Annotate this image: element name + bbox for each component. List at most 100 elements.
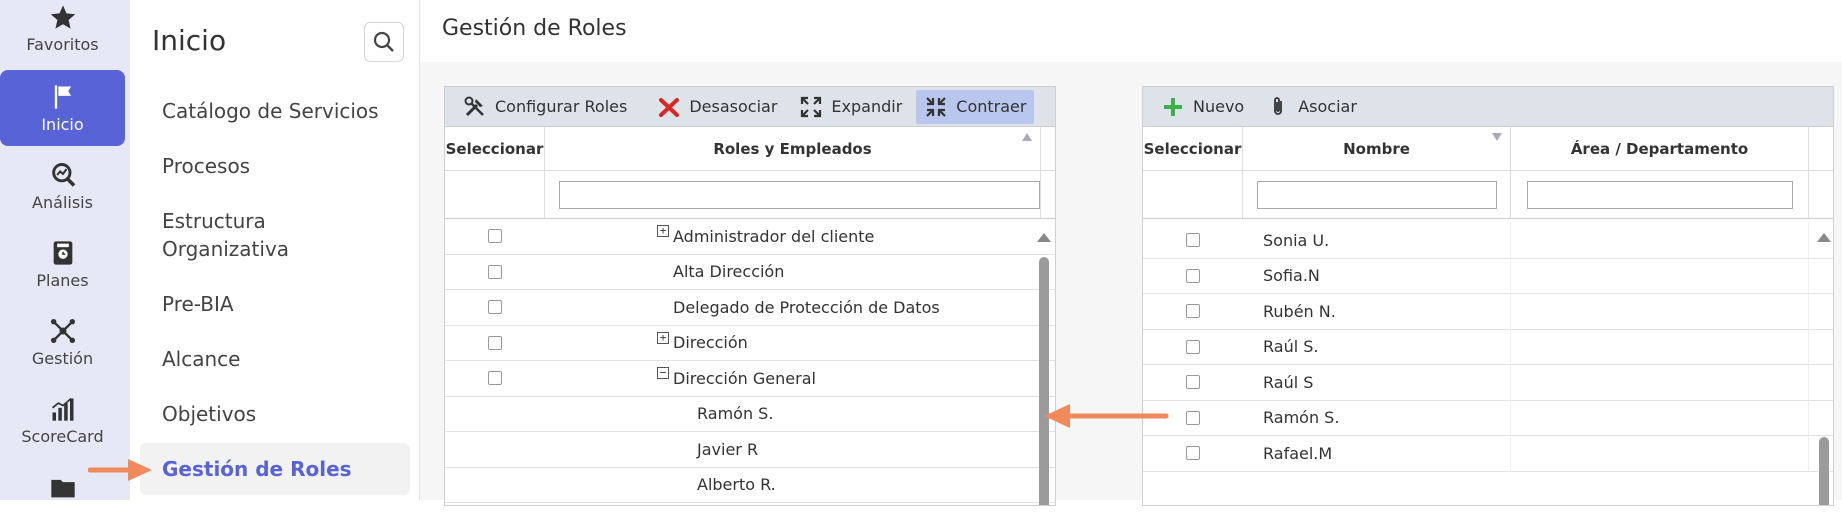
col-header-select[interactable]: Seleccionar (445, 127, 545, 170)
configure-roles-label: Configurar Roles (495, 97, 628, 116)
plans-icon (53, 240, 72, 265)
row-checkbox[interactable] (1186, 233, 1200, 248)
nav-item-gestion-roles[interactable]: Gestión de Roles (140, 443, 410, 495)
annotation-arrow-employee (1044, 404, 1169, 428)
employee-name: Raúl S. (1243, 329, 1511, 364)
employees-filter-row (1143, 171, 1833, 219)
expand-node-icon[interactable]: + (657, 225, 669, 238)
employee-label: Javier R (697, 439, 759, 459)
table-row[interactable]: Sofia.N (1143, 258, 1833, 294)
employee-area (1511, 400, 1809, 435)
page-title: Gestión de Roles (442, 16, 627, 41)
expand-button[interactable]: Expandir (791, 90, 910, 124)
collapse-node-icon[interactable]: − (657, 367, 669, 380)
nav-item-estructura[interactable]: Estructura Organizativa (140, 195, 310, 275)
collapse-button[interactable]: Contraer (916, 89, 1035, 124)
col-header-area[interactable]: Área / Departamento (1511, 127, 1809, 170)
name-filter-input[interactable] (1256, 180, 1497, 209)
roles-toolbar: Configurar Roles Desasociar Expandir Con… (445, 87, 1055, 127)
nav-item-alcance[interactable]: Alcance (140, 333, 410, 385)
row-checkbox[interactable] (488, 264, 502, 279)
roles-filter-cell (545, 171, 1041, 218)
area-filter-input[interactable] (1526, 180, 1793, 209)
table-row[interactable]: Delegado de Protección de Datos (445, 290, 1055, 326)
roles-filter-input[interactable] (559, 180, 1040, 209)
row-checkbox[interactable] (488, 371, 502, 386)
rail-item-gestion[interactable]: Gestión (0, 304, 125, 380)
new-button[interactable]: Nuevo (1153, 90, 1252, 124)
table-row[interactable]: Sonia U. (1143, 223, 1833, 259)
col-header-roles[interactable]: Roles y Empleados (545, 127, 1041, 170)
employee-area (1511, 365, 1809, 400)
row-checkbox[interactable] (1186, 446, 1200, 461)
network-icon (50, 318, 75, 343)
employee-name: Sonia U. (1243, 223, 1511, 258)
table-row[interactable]: − Dirección General (445, 361, 1055, 397)
annotation-arrow-nav (88, 459, 152, 481)
collapse-label: Contraer (956, 97, 1027, 116)
associate-button[interactable]: Asociar (1258, 90, 1365, 124)
col-header-select[interactable]: Seleccionar (1143, 127, 1243, 170)
expand-icon (801, 96, 822, 117)
role-label: Delegado de Protección de Datos (673, 297, 940, 317)
table-row[interactable]: Alberto R. (445, 468, 1055, 503)
row-checkbox[interactable] (488, 335, 502, 350)
roles-scrollbar[interactable] (1039, 257, 1049, 505)
nav-search-button[interactable] (364, 22, 404, 62)
employees-toolbar: Nuevo Asociar (1143, 87, 1833, 127)
disassociate-button[interactable]: Desasociar (649, 90, 785, 124)
table-row[interactable]: Ramón S. (1143, 400, 1833, 436)
table-row[interactable]: + Dirección (445, 326, 1055, 361)
collapse-icon (926, 96, 947, 117)
row-checkbox[interactable] (1186, 304, 1200, 319)
rail-item-analisis[interactable]: Análisis (0, 148, 125, 224)
employee-area (1511, 258, 1809, 293)
bar-chart-icon (51, 397, 73, 421)
col-header-roles-label: Roles y Empleados (713, 139, 872, 158)
row-checkbox[interactable] (488, 229, 502, 244)
rail-label: Análisis (32, 192, 93, 212)
rail-item-scorecard[interactable]: ScoreCard (0, 382, 125, 458)
scroll-up-arrow[interactable] (1037, 233, 1051, 242)
row-checkbox[interactable] (1186, 375, 1200, 390)
roles-grid-header: Seleccionar Roles y Empleados (445, 127, 1055, 171)
role-label: Dirección General (673, 368, 816, 388)
associate-label: Asociar (1298, 97, 1357, 116)
sort-asc-icon (1022, 133, 1032, 141)
rail-item-planes[interactable]: Planes (0, 226, 125, 302)
configure-roles-button[interactable]: Configurar Roles (455, 90, 635, 124)
nav-item-procesos[interactable]: Procesos (140, 140, 410, 192)
col-header-name[interactable]: Nombre (1243, 127, 1511, 170)
table-row[interactable]: Javier R (445, 432, 1055, 468)
table-row[interactable]: + Administrador del cliente (445, 219, 1055, 255)
red-x-icon (659, 97, 680, 117)
employee-name: Ramón S. (1243, 400, 1511, 435)
row-checkbox[interactable] (1186, 268, 1200, 283)
nav-item-objetivos[interactable]: Objetivos (140, 388, 410, 440)
employees-scrollbar[interactable] (1819, 437, 1829, 505)
search-icon (373, 31, 394, 52)
table-row[interactable]: Raúl S. (1143, 329, 1833, 365)
rail-label: Gestión (31, 348, 94, 368)
nav-item-prebia[interactable]: Pre-BIA (140, 278, 410, 330)
table-row[interactable]: Rafael.M (1143, 436, 1833, 472)
table-row[interactable]: Rubén N. (1143, 294, 1833, 330)
employees-panel: Nuevo Asociar Seleccionar Nombre Área / … (1142, 86, 1834, 506)
table-row[interactable]: Alta Dirección (445, 255, 1055, 290)
row-checkbox[interactable] (1186, 410, 1200, 425)
role-label: Administrador del cliente (673, 226, 875, 246)
employee-name: Sofia.N (1243, 258, 1511, 293)
section-nav: Inicio Catálogo de Servicios Procesos Es… (130, 0, 420, 500)
rail-item-inicio[interactable]: Inicio (0, 70, 125, 146)
expand-node-icon[interactable]: + (657, 331, 669, 344)
role-label: Dirección (673, 333, 748, 353)
scroll-up-arrow[interactable] (1817, 233, 1831, 242)
table-row[interactable]: Raúl S (1143, 365, 1833, 401)
row-checkbox[interactable] (1186, 339, 1200, 354)
rail-item-favoritos[interactable]: Favoritos (0, 0, 125, 66)
role-label: Alta Dirección (673, 262, 785, 282)
row-checkbox[interactable] (488, 300, 502, 315)
paperclip-icon (1274, 96, 1283, 115)
table-row[interactable]: Ramón S. (445, 397, 1055, 432)
nav-item-catalogo[interactable]: Catálogo de Servicios (140, 85, 410, 137)
